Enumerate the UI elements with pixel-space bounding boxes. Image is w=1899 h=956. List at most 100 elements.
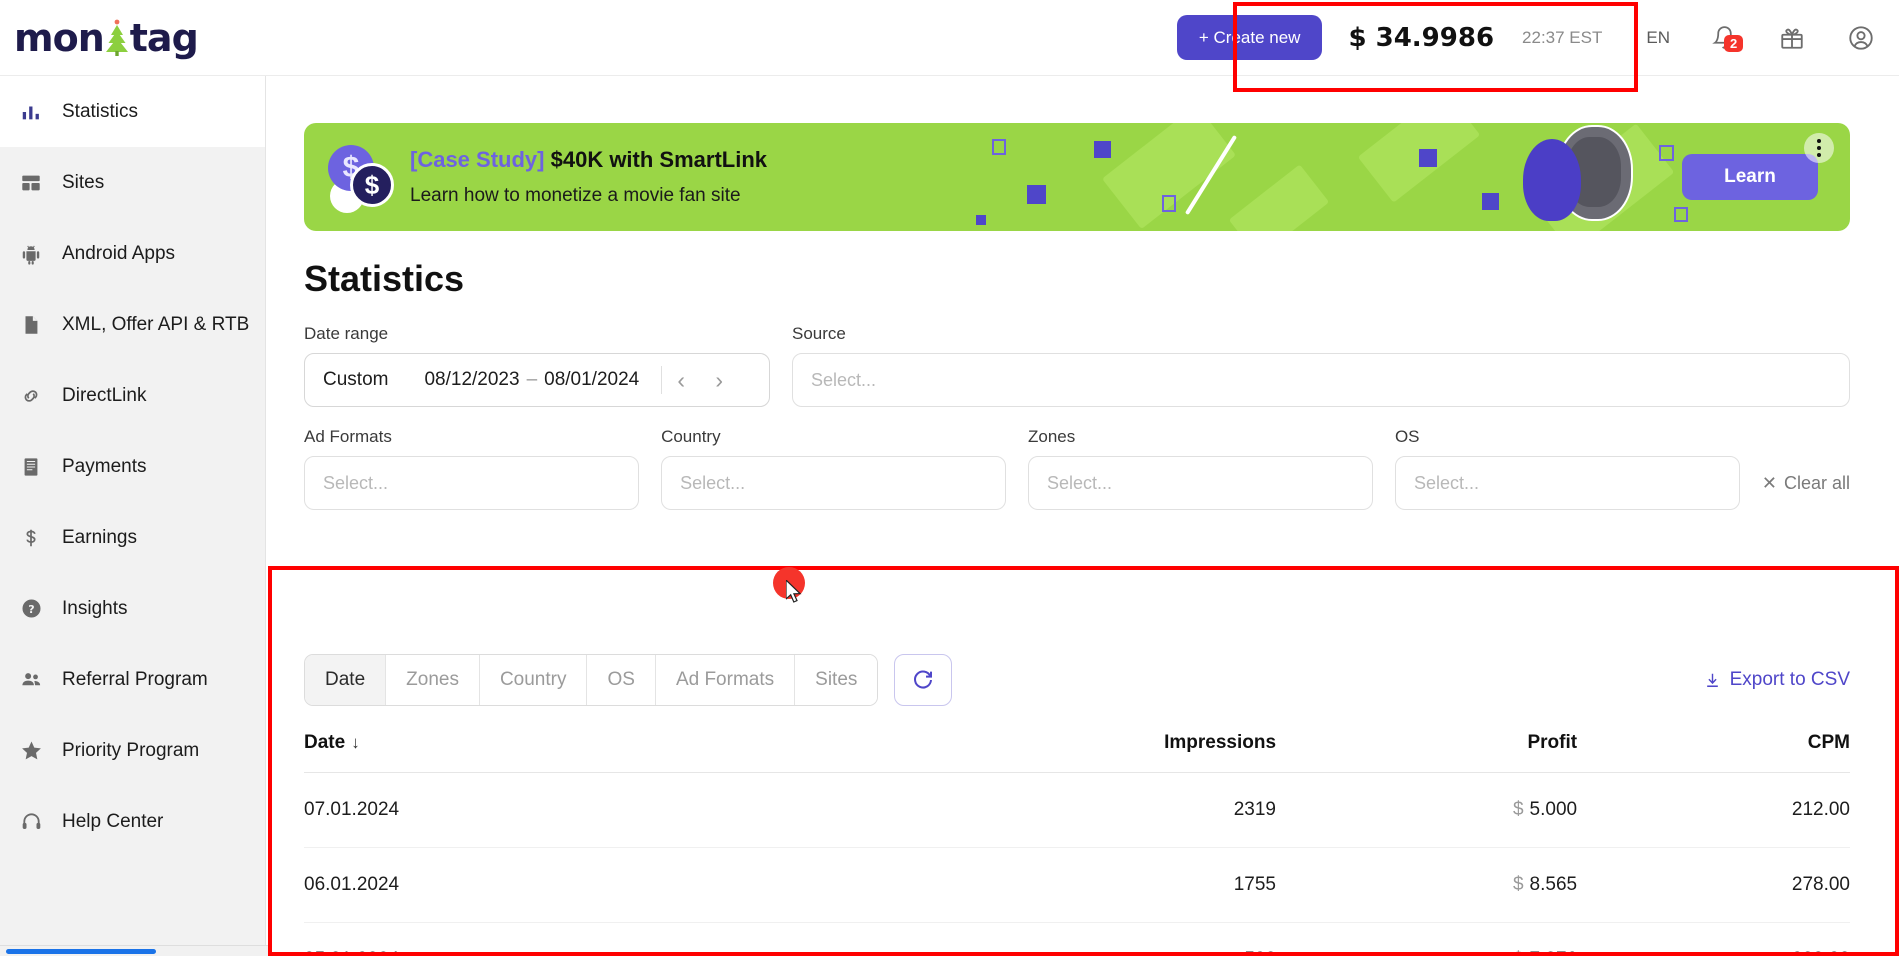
dollar-icon <box>18 525 44 551</box>
zones-group: Zones Select... <box>1028 427 1373 510</box>
tab-os[interactable]: OS <box>587 655 656 705</box>
brand-logo[interactable]: mon tag <box>0 0 266 76</box>
promo-banner[interactable]: $ $ [Case Study] $40K with SmartLink Lea… <box>304 123 1850 231</box>
table-row[interactable]: 06.01.2024 1755 $8.565 278.00 <box>304 847 1850 923</box>
filters-section: Date range Custom 08/12/2023–08/01/2024 … <box>304 324 1850 510</box>
cell-cpm: 212.00 <box>1577 772 1850 848</box>
sidebar-item-statistics[interactable]: Statistics <box>0 76 265 147</box>
ad-formats-group: Ad Formats Select... <box>304 427 640 510</box>
cell-impressions: 599 <box>750 922 1277 956</box>
chevron-right-icon[interactable]: › <box>700 360 738 400</box>
ad-formats-select[interactable]: Select... <box>304 456 640 510</box>
svg-text:?: ? <box>28 603 34 616</box>
date-to[interactable]: 08/01/2024 <box>544 369 639 390</box>
notifications-button[interactable]: 2 <box>1712 25 1744 52</box>
chevron-left-icon[interactable]: ‹ <box>662 360 700 400</box>
question-circle-icon: ? <box>18 596 44 622</box>
export-csv-label: Export to CSV <box>1729 669 1850 690</box>
banner-copy: [Case Study] $40K with SmartLink Learn h… <box>410 147 767 207</box>
stats-panel: Date Zones Country OS Ad Formats Sites E… <box>304 654 1850 956</box>
sidebar-item-earnings[interactable]: Earnings <box>0 502 265 573</box>
clear-all-button[interactable]: ✕ Clear all <box>1762 456 1850 510</box>
people-icon <box>18 667 44 693</box>
sidebar-item-directlink[interactable]: DirectLink <box>0 360 265 431</box>
kebab-menu-icon[interactable] <box>1804 133 1834 163</box>
refresh-button[interactable] <box>894 654 953 706</box>
table-body: 07.01.2024 2319 $5.000 212.00 06.01.2024… <box>304 772 1850 956</box>
christmas-tree-icon <box>104 18 130 58</box>
sidebar-item-label: XML, Offer API & RTB <box>62 313 250 335</box>
ad-formats-label: Ad Formats <box>304 427 392 446</box>
link-icon <box>18 383 44 409</box>
column-header-date[interactable]: Date ↓ <box>304 732 751 773</box>
banner-subtitle: Learn how to monetize a movie fan site <box>410 185 741 206</box>
sidebar-item-label: Sites <box>62 171 105 193</box>
cell-profit: $5.000 <box>1276 772 1578 848</box>
table-row[interactable]: 07.01.2024 2319 $5.000 212.00 <box>304 772 1850 848</box>
notification-badge: 2 <box>1724 35 1744 52</box>
app-root: mon tag + Create new $ 34.9986 22:37 EST… <box>0 0 1899 956</box>
date-separator: – <box>526 369 538 390</box>
group-by-tabs: Date Zones Country OS Ad Formats Sites <box>304 654 879 706</box>
zones-select[interactable]: Select... <box>1028 456 1373 510</box>
export-csv-button[interactable]: Export to CSV <box>1704 669 1850 691</box>
date-range-picker[interactable]: Custom 08/12/2023–08/01/2024 ‹ › <box>304 353 770 407</box>
refresh-icon <box>914 670 933 689</box>
sidebar-item-label: Earnings <box>62 526 137 548</box>
language-switcher[interactable]: EN <box>1646 28 1670 48</box>
country-select[interactable]: Select... <box>661 456 1006 510</box>
star-icon <box>18 738 44 764</box>
scrollbar-thumb[interactable] <box>6 949 156 954</box>
country-group: Country Select... <box>661 427 1006 510</box>
tab-zones[interactable]: Zones <box>386 655 480 705</box>
sidebar-item-insights[interactable]: ? Insights <box>0 573 265 644</box>
layout-icon <box>18 170 44 196</box>
create-new-button[interactable]: + Create new <box>1176 15 1323 60</box>
sidebar-item-payments[interactable]: Payments <box>0 431 265 502</box>
sidebar-item-help-center[interactable]: Help Center <box>0 786 265 857</box>
source-label: Source <box>792 324 846 343</box>
sidebar-item-priority-program[interactable]: Priority Program <box>0 715 265 786</box>
date-range-preset[interactable]: Custom <box>323 369 388 391</box>
cell-date: 05.01.2024 <box>304 922 751 956</box>
tab-sites[interactable]: Sites <box>795 655 878 705</box>
balance-amount: $ 34.9986 <box>1348 22 1495 53</box>
table-row[interactable]: 05.01.2024 599 $7.876 230.00 <box>304 922 1850 956</box>
sidebar-item-android-apps[interactable]: Android Apps <box>0 218 265 289</box>
cell-profit: $8.565 <box>1276 847 1578 923</box>
sidebar-nav: Statistics Sites Android Apps XML, Offer… <box>0 76 268 956</box>
tab-ad-formats[interactable]: Ad Formats <box>655 655 796 705</box>
cell-cpm: 230.00 <box>1577 922 1850 956</box>
banner-headline: $40K with SmartLink <box>550 147 767 172</box>
sidebar-item-label: DirectLink <box>62 384 147 406</box>
stats-toolbar: Date Zones Country OS Ad Formats Sites E… <box>304 654 1850 706</box>
banner-learn-button[interactable]: Learn <box>1682 154 1818 200</box>
currency-symbol: $ <box>1512 799 1524 820</box>
sidebar-item-label: Statistics <box>62 100 139 122</box>
sidebar-item-referral-program[interactable]: Referral Program <box>0 644 265 715</box>
column-label: Date <box>304 732 346 753</box>
account-button[interactable] <box>1847 24 1875 52</box>
tab-date[interactable]: Date <box>305 655 387 705</box>
sidebar-item-label: Android Apps <box>62 242 176 264</box>
cell-impressions: 2319 <box>750 772 1277 848</box>
sidebar-item-label: Priority Program <box>62 739 200 761</box>
filters-row-secondary: Ad Formats Select... Country Select... Z… <box>304 427 1850 510</box>
column-header-impressions[interactable]: Impressions <box>750 732 1277 773</box>
download-icon <box>1706 673 1718 687</box>
sidebar-item-label: Help Center <box>62 810 164 832</box>
cell-profit: $7.876 <box>1276 922 1578 956</box>
column-header-cpm[interactable]: CPM <box>1577 732 1850 773</box>
os-select[interactable]: Select... <box>1394 456 1740 510</box>
date-range-value[interactable]: 08/12/2023–08/01/2024 <box>424 369 639 391</box>
currency-symbol: $ <box>1513 949 1524 956</box>
column-header-profit[interactable]: Profit <box>1276 732 1578 773</box>
date-from[interactable]: 08/12/2023 <box>424 369 519 390</box>
horizontal-scrollbar[interactable] <box>0 945 268 956</box>
gifts-button[interactable] <box>1779 25 1805 51</box>
sidebar-item-xml-offer-api-rtb[interactable]: XML, Offer API & RTB <box>0 289 265 360</box>
source-select[interactable]: Select... <box>792 353 1850 407</box>
tab-country[interactable]: Country <box>479 655 588 705</box>
coins-illustration: $ $ <box>328 145 394 213</box>
sidebar-item-sites[interactable]: Sites <box>0 147 265 218</box>
